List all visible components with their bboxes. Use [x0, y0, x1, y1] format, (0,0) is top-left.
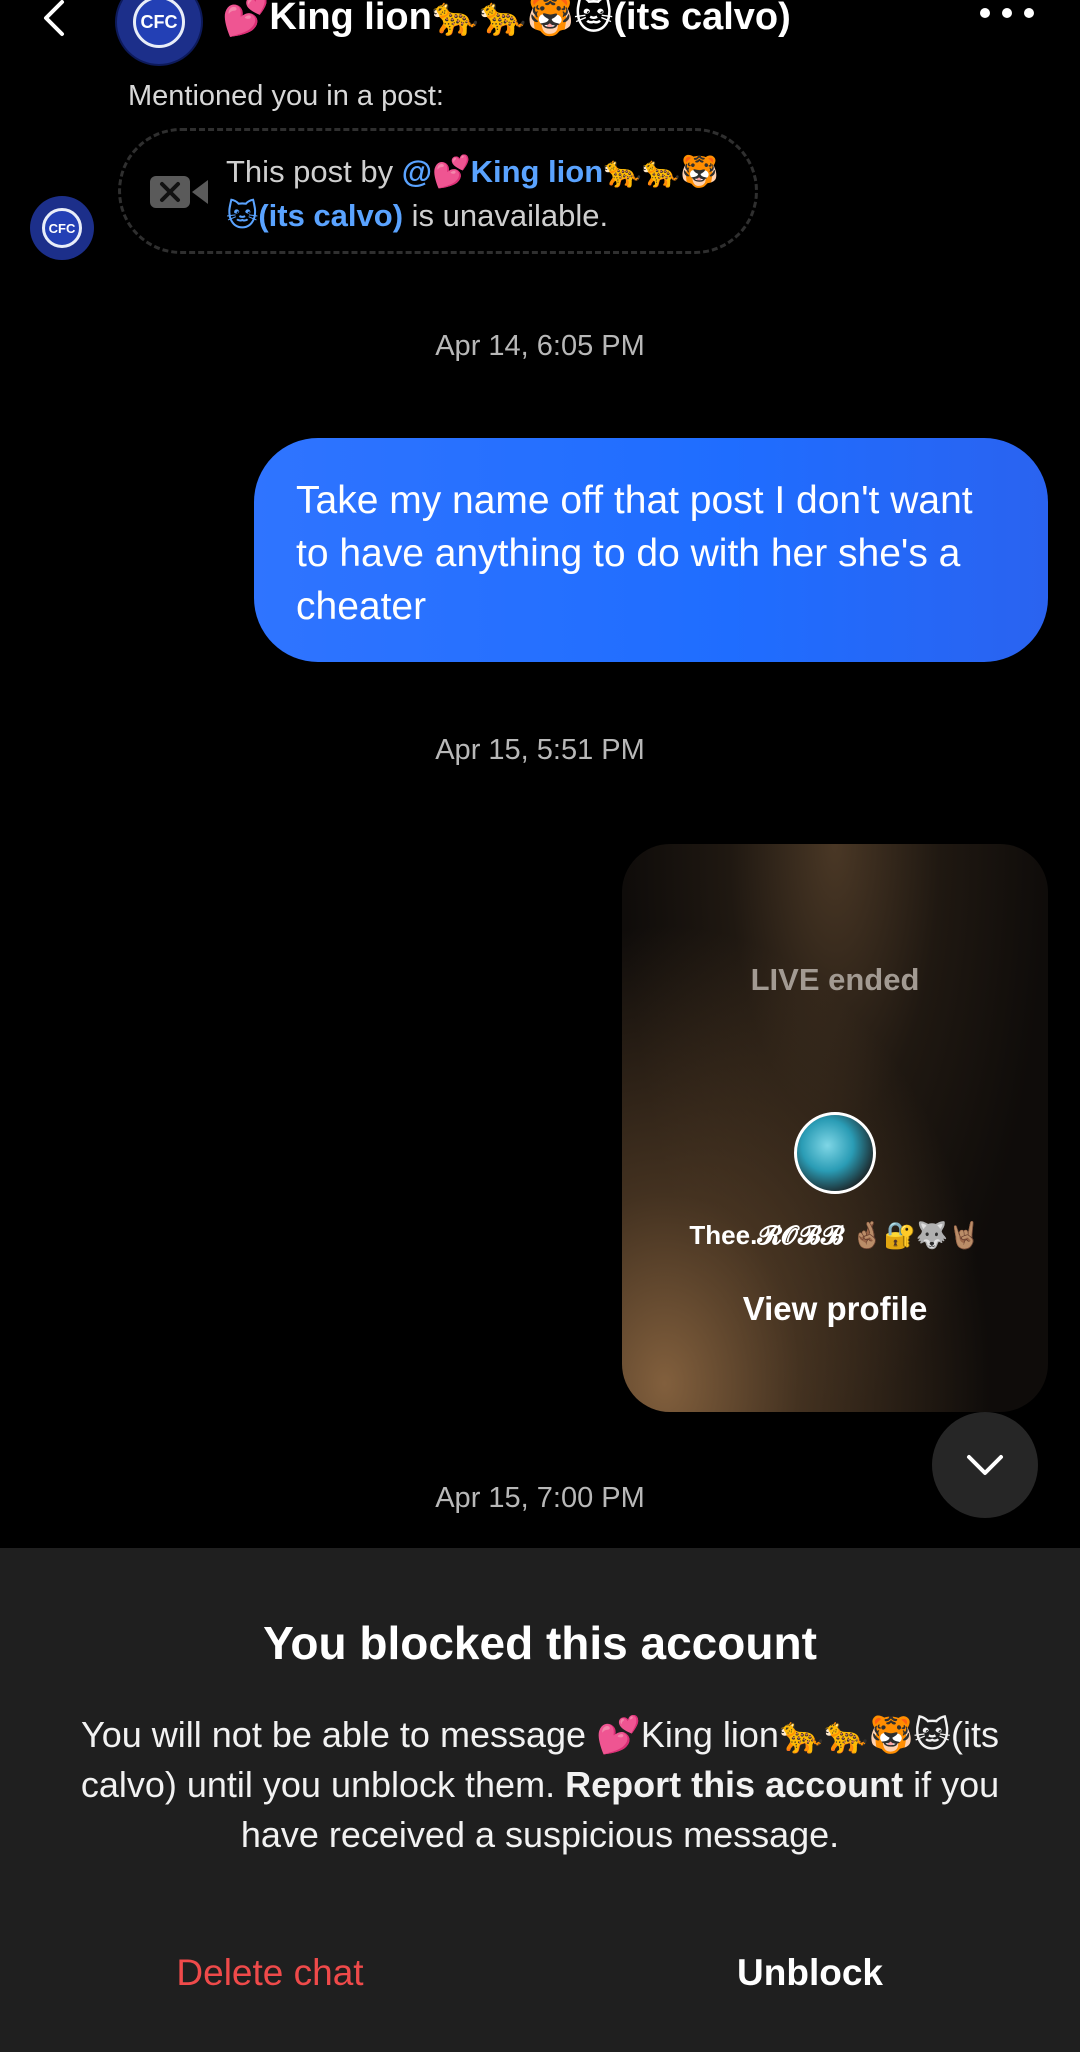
- unblock-button[interactable]: Unblock: [660, 1952, 960, 1994]
- unavailable-post-text: This post by @💕King lion🐆🐆🐯🐱(its calvo) …: [226, 150, 746, 238]
- timestamp: Apr 15, 5:51 PM: [435, 734, 645, 766]
- timestamp: Apr 15, 7:00 PM: [435, 1482, 645, 1514]
- live-user-avatar: [794, 1112, 876, 1194]
- mention-label: Mentioned you in a post:: [128, 80, 444, 112]
- avatar-crest: CFC: [133, 0, 185, 48]
- sender-avatar[interactable]: CFC: [30, 196, 94, 260]
- chevron-left-icon: [44, 0, 64, 36]
- contact-name[interactable]: 💕King lion🐆🐆🐯🐱(its calvo): [222, 0, 791, 39]
- contact-avatar[interactable]: CFC: [115, 0, 203, 66]
- avatar-crest: CFC: [42, 208, 82, 248]
- post-text-prefix: This post by: [226, 154, 402, 189]
- back-button[interactable]: [36, 0, 76, 40]
- report-account-link[interactable]: Report this account: [565, 1764, 903, 1805]
- live-ended-card[interactable]: LIVE ended Thee.𝓡𝓞𝓑𝓑 🤞🏽🔐🐺🤘🏽 View profile: [622, 844, 1048, 1412]
- delete-chat-button[interactable]: Delete chat: [120, 1952, 420, 1994]
- blocked-panel: You blocked this account You will not be…: [0, 1548, 1080, 2052]
- live-status: LIVE ended: [750, 962, 920, 997]
- live-username: Thee.𝓡𝓞𝓑𝓑 🤞🏽🔐🐺🤘🏽: [689, 1220, 981, 1250]
- more-icon[interactable]: [980, 8, 1034, 24]
- chevron-down-icon: [967, 1455, 1003, 1475]
- blocked-message: You will not be able to message 💕King li…: [60, 1710, 1020, 1860]
- post-text-suffix: is unavailable.: [403, 198, 609, 233]
- blocked-title: You blocked this account: [263, 1617, 817, 1669]
- view-profile-button[interactable]: View profile: [622, 1290, 1048, 1328]
- timestamp: Apr 14, 6:05 PM: [435, 330, 645, 362]
- sent-message-bubble[interactable]: Take my name off that post I don't want …: [254, 438, 1048, 662]
- video-off-icon: [148, 170, 210, 214]
